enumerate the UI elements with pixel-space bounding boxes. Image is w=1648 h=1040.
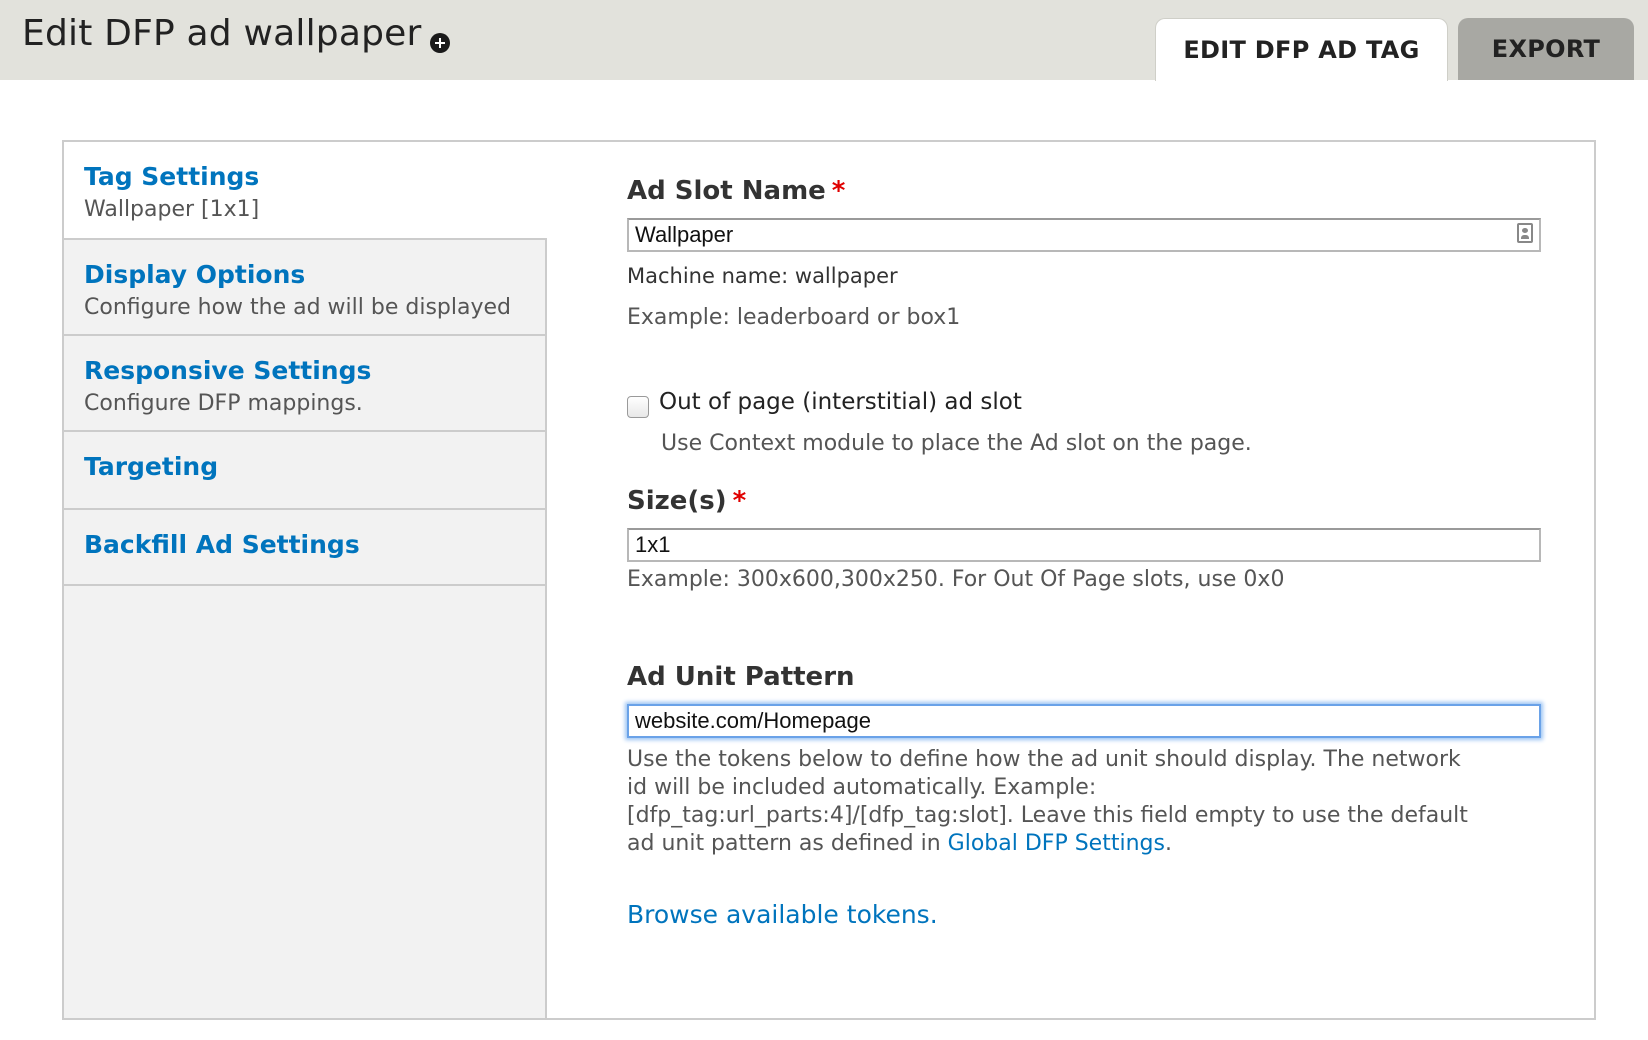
sidebar-item-summary: Wallpaper [1x1] — [84, 197, 260, 222]
ad-unit-input[interactable] — [627, 704, 1541, 738]
sidebar-item-display-options[interactable]: Display Options Configure how the ad wil… — [64, 238, 547, 336]
slot-name-field-wrap — [627, 218, 1541, 252]
ad-unit-description-line: id will be included automatically. Examp… — [627, 775, 1097, 800]
sidebar-item-summary: Configure DFP mappings. — [84, 391, 363, 416]
page-header: Edit DFP ad wallpaper EDIT DFP AD TAG EX… — [0, 0, 1648, 81]
global-dfp-settings-link[interactable]: Global DFP Settings — [948, 831, 1165, 856]
sizes-label-text: Size(s) — [627, 486, 727, 516]
ad-unit-description-prefix: ad unit pattern as defined in — [627, 831, 948, 856]
sizes-input[interactable] — [627, 528, 1541, 562]
ad-unit-description-line: ad unit pattern as defined in Global DFP… — [627, 830, 1541, 858]
sidebar-item-tag-settings[interactable]: Tag Settings Wallpaper [1x1] — [64, 142, 547, 238]
contact-card-icon[interactable] — [1517, 223, 1533, 243]
tag-settings-pane: Ad Slot Name* Machine name: wallpaper Ex… — [627, 142, 1547, 1018]
slot-name-label-text: Ad Slot Name — [627, 176, 826, 206]
ad-unit-description: Use the tokens below to define how the a… — [627, 746, 1541, 858]
ad-unit-description-line: [dfp_tag:url_parts:4]/[dfp_tag:slot]. Le… — [627, 803, 1468, 828]
sizes-description: Example: 300x600,300x250. For Out Of Pag… — [627, 567, 1285, 592]
vertical-tabs-frame: Tag Settings Wallpaper [1x1] Display Opt… — [62, 140, 1596, 1020]
vertical-tabs-sidebar: Tag Settings Wallpaper [1x1] Display Opt… — [64, 142, 547, 1018]
sidebar-item-backfill-ad-settings[interactable]: Backfill Ad Settings — [64, 510, 547, 586]
tab-edit-dfp-ad-tag[interactable]: EDIT DFP AD TAG — [1155, 18, 1448, 81]
required-mark: * — [732, 486, 747, 516]
sidebar-item-title[interactable]: Targeting — [84, 450, 527, 484]
circle-plus-icon[interactable] — [430, 33, 450, 53]
sidebar-item-title[interactable]: Responsive Settings — [84, 354, 527, 388]
out-of-page-label[interactable]: Out of page (interstitial) ad slot — [659, 389, 1022, 415]
out-of-page-checkbox[interactable] — [627, 396, 649, 418]
slot-name-description: Example: leaderboard or box1 — [627, 305, 961, 330]
slot-name-label: Ad Slot Name * — [627, 176, 845, 206]
sidebar-item-title[interactable]: Tag Settings — [84, 160, 525, 194]
ad-unit-description-line: Use the tokens below to define how the a… — [627, 747, 1461, 772]
sidebar-item-title[interactable]: Display Options — [84, 258, 527, 292]
sidebar-item-responsive-settings[interactable]: Responsive Settings Configure DFP mappin… — [64, 336, 547, 432]
sidebar-item-targeting[interactable]: Targeting — [64, 432, 547, 510]
ad-unit-label: Ad Unit Pattern — [627, 662, 855, 692]
ad-unit-description-suffix: . — [1164, 831, 1172, 856]
sizes-label: Size(s) * — [627, 486, 746, 516]
slot-name-input[interactable] — [627, 218, 1541, 252]
required-mark: * — [831, 176, 846, 206]
browse-tokens-link[interactable]: Browse available tokens. — [627, 900, 938, 929]
machine-name: Machine name: wallpaper — [627, 264, 898, 288]
sidebar-item-title[interactable]: Backfill Ad Settings — [84, 528, 527, 562]
sidebar-item-summary: Configure how the ad will be displayed — [84, 295, 511, 320]
page-title: Edit DFP ad wallpaper — [22, 13, 422, 54]
out-of-page-description: Use Context module to place the Ad slot … — [661, 431, 1252, 456]
tab-export[interactable]: EXPORT — [1458, 18, 1634, 80]
